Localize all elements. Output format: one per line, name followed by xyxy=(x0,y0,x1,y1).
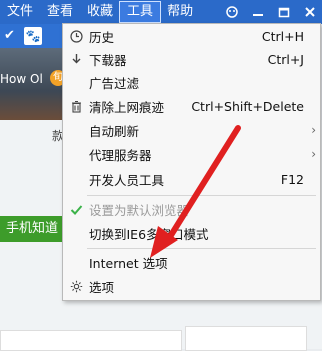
skin-icon[interactable] xyxy=(224,4,240,20)
menu-item-label: 选项 xyxy=(89,279,115,295)
menu-item-label: 历史 xyxy=(89,29,115,45)
menu-item-shortcut: Ctrl+Shift+Delete xyxy=(191,98,304,114)
menu-bar: 文件 查看 收藏 工具 帮助 xyxy=(0,0,322,24)
menu-item-internet-options[interactable]: Internet 选项 xyxy=(63,251,320,273)
menu-item-label: 广告过滤 xyxy=(89,75,140,91)
banner-image: How Ol 旬 xyxy=(0,48,66,120)
banner-text: How Ol xyxy=(0,72,43,86)
green-label[interactable]: 手机知道 xyxy=(0,216,64,242)
minimize-icon[interactable] xyxy=(250,4,266,20)
menu-item-label: 切换到IE6多窗口模式 xyxy=(89,226,209,242)
menu-item-downloader[interactable]: 下载器 Ctrl+J xyxy=(63,48,320,70)
menu-item-ie6-mode[interactable]: 切换到IE6多窗口模式 xyxy=(63,222,320,244)
menu-view[interactable]: 查看 xyxy=(40,2,80,22)
tools-dropdown-menu: 历史 Ctrl+H 下载器 Ctrl+J 广告过滤 清除上网痕迹 Ctrl+Sh… xyxy=(62,23,321,301)
trash-icon xyxy=(69,99,83,113)
gear-icon xyxy=(69,279,83,293)
clock-icon xyxy=(69,29,83,43)
menu-item-shortcut: Ctrl+J xyxy=(267,51,304,67)
menu-item-label: 下载器 xyxy=(89,52,127,68)
toolbar-strip: ✔ 🐾 xyxy=(0,24,64,48)
menu-item-shortcut: Ctrl+H xyxy=(261,28,304,44)
menu-item-shortcut: F12 xyxy=(280,171,304,187)
menu-separator xyxy=(87,248,316,249)
chevron-right-icon: › xyxy=(311,123,316,137)
menu-separator xyxy=(87,195,316,196)
menu-item-auto-refresh[interactable]: 自动刷新 › xyxy=(63,119,320,141)
menu-file[interactable]: 文件 xyxy=(0,2,40,22)
menu-item-label: 设置为默认浏览器 xyxy=(89,202,190,218)
menu-item-label: 清除上网痕迹 xyxy=(89,99,165,115)
chevron-right-icon: › xyxy=(311,147,316,161)
menu-help[interactable]: 帮助 xyxy=(160,2,200,22)
check-icon[interactable]: ✔ xyxy=(4,28,15,43)
menu-tools[interactable]: 工具 xyxy=(119,1,162,23)
menu-item-proxy[interactable]: 代理服务器 › xyxy=(63,143,320,165)
menu-item-clear-traces[interactable]: 清除上网痕迹 Ctrl+Shift+Delete xyxy=(63,95,320,117)
close-icon[interactable] xyxy=(302,4,318,20)
menu-favorites[interactable]: 收藏 xyxy=(80,2,120,22)
content-box xyxy=(185,326,307,351)
menu-item-label: 自动刷新 xyxy=(89,123,140,139)
menu-item-set-default-browser: 设置为默认浏览器 xyxy=(63,198,320,220)
menu-item-options[interactable]: 选项 xyxy=(63,275,320,297)
download-icon xyxy=(69,52,83,66)
check-icon xyxy=(69,202,83,216)
menu-item-label: 代理服务器 xyxy=(89,147,152,163)
menu-item-label: 开发人员工具 xyxy=(89,172,165,188)
menu-item-history[interactable]: 历史 Ctrl+H xyxy=(63,25,320,47)
restore-icon[interactable] xyxy=(276,4,292,20)
baidu-paw-icon[interactable]: 🐾 xyxy=(24,27,42,45)
menu-item-label: Internet 选项 xyxy=(89,255,168,271)
menu-item-dev-tools[interactable]: 开发人员工具 F12 xyxy=(63,168,320,190)
content-panel xyxy=(0,330,182,351)
menu-item-ad-filter[interactable]: 广告过滤 xyxy=(63,71,320,93)
